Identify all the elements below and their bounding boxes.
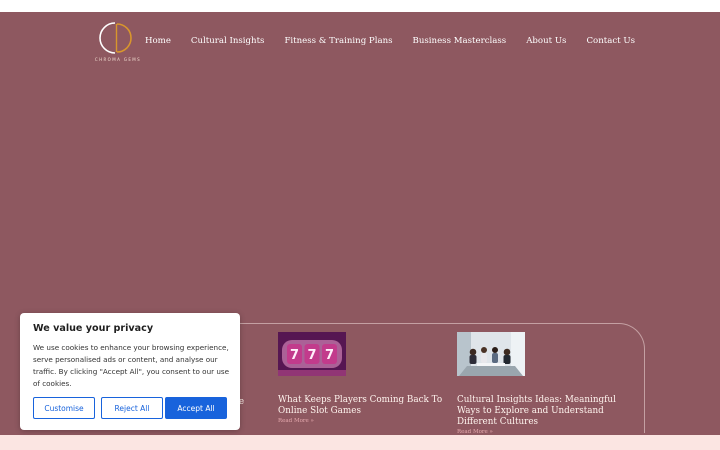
meeting-room-image[interactable] (457, 332, 525, 376)
site-logo[interactable]: CHROMA GEMS (94, 20, 142, 64)
top-strip (0, 0, 720, 12)
cookie-consent-banner: We value your privacy We use cookies to … (20, 313, 240, 430)
post-title[interactable]: What Keeps Players Coming Back To Online… (278, 395, 448, 417)
chroma-gems-logo-icon (99, 22, 132, 54)
nav-contact-us[interactable]: Contact Us (586, 36, 635, 46)
svg-text:7: 7 (325, 348, 334, 363)
post-title[interactable]: Cultural Insights Ideas: Meaningful Ways… (457, 395, 633, 427)
reject-all-button[interactable]: Reject All (101, 397, 163, 419)
nav-about-us[interactable]: About Us (526, 36, 566, 46)
logo-wordmark: CHROMA GEMS (94, 57, 142, 62)
nav-fitness-training-plans[interactable]: Fitness & Training Plans (284, 36, 392, 46)
cookie-description: We use cookies to enhance your browsing … (33, 343, 230, 388)
nav-home[interactable]: Home (145, 36, 171, 46)
nav-cultural-insights[interactable]: Cultural Insights (191, 36, 265, 46)
main-nav: Home Cultural Insights Fitness & Trainin… (145, 36, 635, 46)
customise-button[interactable]: Customise (33, 397, 95, 419)
blog-posts-section: 7 7 7 What Keeps Players Coming Back To … (240, 323, 645, 435)
slot-machine-image[interactable]: 7 7 7 (278, 332, 346, 376)
accept-all-button[interactable]: Accept All (165, 397, 227, 419)
svg-text:7: 7 (307, 348, 316, 363)
read-more-link[interactable]: Read More » (278, 418, 314, 424)
footer-strip (0, 435, 720, 450)
svg-text:7: 7 (290, 348, 299, 363)
cookie-heading: We value your privacy (33, 323, 154, 334)
nav-business-masterclass[interactable]: Business Masterclass (413, 36, 507, 46)
